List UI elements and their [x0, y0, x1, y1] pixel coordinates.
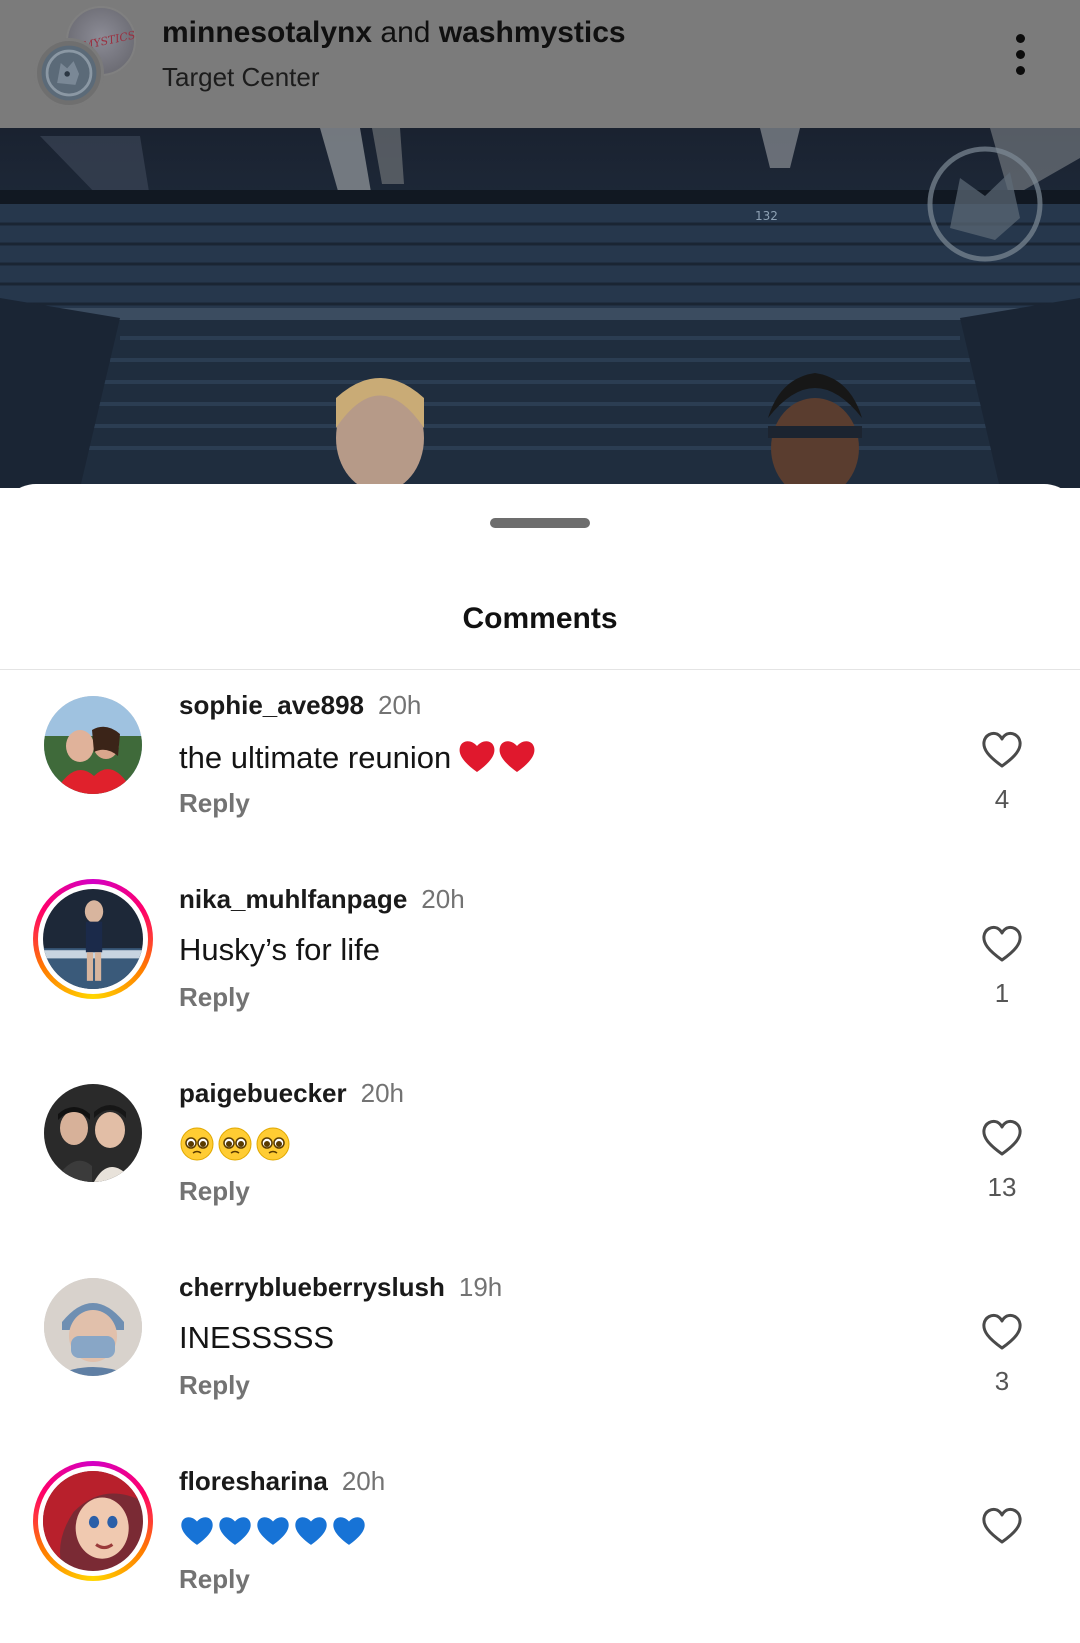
comment-text-body: the ultimate reunion: [179, 740, 452, 776]
like-count: 4: [994, 784, 1010, 814]
comments-sheet: Comments sophie_ave898 20h the ultimate r…: [0, 484, 1080, 1643]
comment-text: the ultimate reunion: [179, 738, 537, 782]
blue-heart-emoji-icon: [331, 1514, 367, 1555]
minnesotalynx-avatar: [34, 38, 104, 108]
arena-photo: 132: [0, 128, 1080, 488]
comment-username[interactable]: paigebuecker: [179, 1078, 347, 1108]
comments-title: Comments: [462, 602, 618, 635]
comment-item: cherryblueberryslush 19h INESSSSS Reply 3: [0, 1252, 1080, 1442]
comment-username[interactable]: sophie_ave898: [179, 690, 364, 720]
comment-item: paigebuecker 20h Reply 13: [0, 1058, 1080, 1248]
pleading-face-emoji-icon: [217, 1126, 253, 1170]
comment-item: floresharina 20h Reply: [0, 1446, 1080, 1636]
comment-time: 20h: [378, 690, 422, 720]
svg-text:132: 132: [755, 209, 778, 223]
post-header: MYSTICS minnesotalynx and washmystics Ta…: [0, 0, 1080, 128]
like-heart-icon[interactable]: [980, 730, 1024, 770]
reply-button[interactable]: Reply: [179, 1564, 250, 1595]
like-heart-icon[interactable]: [980, 1312, 1024, 1352]
like-heart-icon[interactable]: [980, 924, 1024, 964]
like-count: 3: [994, 1366, 1010, 1396]
comment-item: nika_muhlfanpage 20h Husky’s for life Rep…: [0, 864, 1080, 1054]
reply-button[interactable]: Reply: [179, 1370, 250, 1401]
comment-text: Husky’s for life: [179, 932, 380, 968]
red-heart-emoji-icon: [457, 738, 497, 782]
pleading-face-emoji-icon: [179, 1126, 215, 1170]
comment-text: [179, 1514, 367, 1555]
blue-heart-emoji-icon: [293, 1514, 329, 1555]
post-authors[interactable]: minnesotalynx and washmystics: [162, 16, 626, 50]
comment-time: 20h: [341, 1466, 386, 1496]
avatar[interactable]: [44, 1278, 142, 1376]
reply-button[interactable]: Reply: [179, 1176, 250, 1207]
comment-text-body: INESSSSS: [179, 1320, 335, 1355]
avatar[interactable]: [44, 696, 142, 794]
avatar-story-ring[interactable]: [33, 1461, 153, 1581]
comment-time: 20h: [360, 1078, 405, 1108]
comment-time: 19h: [458, 1272, 503, 1302]
comment-item: sophie_ave898 20h the ultimate reunion Re…: [0, 670, 1080, 860]
more-options-icon[interactable]: [1008, 34, 1032, 84]
like-count: 1: [994, 978, 1010, 1008]
avatar-story-ring[interactable]: [33, 879, 153, 999]
reply-button[interactable]: Reply: [179, 788, 250, 819]
drag-handle[interactable]: [490, 518, 590, 528]
avatar[interactable]: [44, 1084, 142, 1182]
collab-avatars[interactable]: MYSTICS: [34, 6, 144, 108]
like-heart-icon[interactable]: [980, 1506, 1024, 1546]
comment-text: INESSSSS: [179, 1320, 334, 1356]
author-primary[interactable]: minnesotalynx: [162, 16, 372, 49]
like-count: 13: [987, 1172, 1017, 1202]
author-secondary[interactable]: washmystics: [439, 16, 626, 49]
blue-heart-emoji-icon: [179, 1514, 215, 1555]
comment-text: [179, 1126, 291, 1170]
post-location[interactable]: Target Center: [162, 62, 320, 93]
blue-heart-emoji-icon: [217, 1514, 253, 1555]
reply-button[interactable]: Reply: [179, 982, 250, 1013]
screen: MYSTICS minnesotalynx and washmystics Ta…: [0, 0, 1080, 1643]
like-heart-icon[interactable]: [980, 1118, 1024, 1158]
red-heart-emoji-icon: [497, 738, 537, 782]
lynx-logo-icon: [41, 45, 97, 101]
author-joiner: and: [380, 16, 431, 49]
blue-heart-emoji-icon: [255, 1514, 291, 1555]
post-image: 132: [0, 128, 1080, 488]
comment-username[interactable]: nika_muhlfanpage: [179, 884, 407, 914]
comment-username[interactable]: floresharina: [179, 1466, 328, 1496]
comment-text-body: Husky’s for life: [179, 932, 380, 967]
comment-time: 20h: [421, 884, 465, 914]
pleading-face-emoji-icon: [255, 1126, 291, 1170]
comment-username[interactable]: cherryblueberryslush: [179, 1272, 445, 1302]
